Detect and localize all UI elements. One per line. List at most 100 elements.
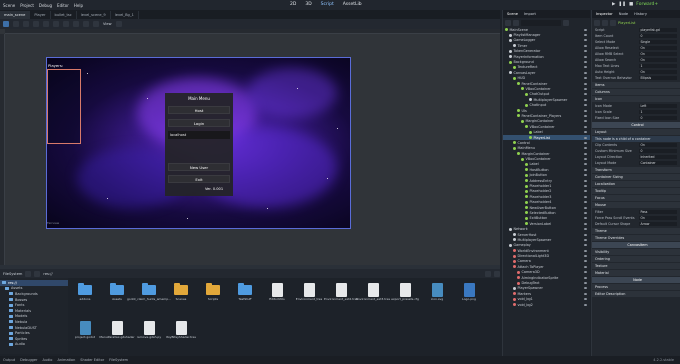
visibility-eye-icon[interactable] (584, 125, 587, 128)
menu-help[interactable]: Help (74, 3, 83, 8)
property-value[interactable]: On (639, 45, 677, 51)
player-list-box[interactable] (47, 69, 81, 144)
move-tool-icon[interactable] (13, 21, 19, 27)
tab-audio[interactable]: Audio (43, 358, 53, 362)
filesystem-tree[interactable]: res://Assets Backgrounds Bosses Fonts Materi… (0, 278, 68, 354)
file-item[interactable]: Scenes (168, 282, 194, 316)
section-columns[interactable]: Columns (592, 89, 680, 95)
property-value[interactable]: 0 (639, 115, 677, 121)
property-row[interactable]: Fixed Icon Size 0 (592, 115, 680, 121)
section-process[interactable]: Process (592, 284, 680, 290)
visibility-eye-icon[interactable] (584, 66, 587, 69)
visibility-eye-icon[interactable] (584, 265, 587, 268)
property-value[interactable]: Pass (639, 209, 677, 215)
tab-level-bg[interactable]: level_Bg_1 (111, 11, 139, 19)
visibility-eye-icon[interactable] (584, 55, 587, 58)
property-value[interactable]: Single (639, 39, 677, 45)
visibility-eye-icon[interactable] (584, 276, 587, 279)
tab-node[interactable]: Node (619, 12, 628, 16)
visibility-eye-icon[interactable] (584, 168, 587, 171)
stop-icon[interactable]: ■ (629, 2, 633, 7)
visibility-eye-icon[interactable] (584, 82, 587, 85)
exit-button[interactable]: Exit (168, 175, 230, 183)
pan-tool-icon[interactable] (53, 21, 59, 27)
file-item[interactable]: Environment_ext3.tres (356, 282, 390, 316)
property-value[interactable]: 0 (639, 33, 677, 39)
property-value[interactable]: On (639, 142, 677, 148)
scale-tool-icon[interactable] (33, 21, 39, 27)
visibility-eye-icon[interactable] (584, 233, 587, 236)
view-menu[interactable]: View (103, 22, 112, 26)
visibility-eye-icon[interactable] (584, 185, 587, 188)
visibility-eye-icon[interactable] (584, 93, 587, 96)
login-button[interactable]: Login (168, 119, 230, 127)
section-tooltip[interactable]: Tooltip (592, 188, 680, 194)
host-button[interactable]: Host (168, 106, 230, 114)
visibility-eye-icon[interactable] (584, 98, 587, 101)
file-item[interactable]: icon.svg (424, 282, 450, 316)
visibility-eye-icon[interactable] (584, 109, 587, 112)
visibility-eye-icon[interactable] (584, 158, 587, 161)
property-value[interactable]: 1 (639, 63, 677, 69)
section-ordering[interactable]: Ordering (592, 256, 680, 262)
visibility-eye-icon[interactable] (584, 228, 587, 231)
property-value[interactable]: On (639, 51, 677, 57)
tab-history[interactable]: History (634, 12, 647, 16)
visibility-eye-icon[interactable] (584, 77, 587, 80)
visibility-eye-icon[interactable] (584, 255, 587, 258)
tab-output[interactable]: Output (3, 358, 15, 362)
file-item[interactable]: Environment_tres (296, 282, 322, 316)
visibility-eye-icon[interactable] (584, 303, 587, 306)
tab-debugger[interactable]: Debugger (20, 358, 37, 362)
filesystem-tree-item[interactable]: Audio (0, 342, 68, 348)
tab-filesystem[interactable]: FileSystem (109, 358, 128, 362)
property-value[interactable]: Left (639, 103, 677, 109)
file-item[interactable]: EditorUtils (264, 282, 290, 316)
3d-button[interactable]: 3D (305, 2, 311, 7)
tab-player[interactable]: Player (30, 11, 51, 19)
tab-scene[interactable]: Scene (507, 12, 518, 16)
file-item[interactable]: Scripts (200, 282, 226, 316)
property-value[interactable]: 1 (639, 109, 677, 115)
file-item[interactable]: Environment_ext2.tres (324, 282, 358, 316)
snap-icon[interactable] (83, 21, 89, 27)
property-row[interactable]: Text Overrun Behavior Ellipsis (592, 75, 680, 81)
section-layout[interactable]: Layout (592, 129, 680, 135)
visibility-eye-icon[interactable] (584, 136, 587, 139)
property-value[interactable]: On (639, 57, 677, 63)
visibility-eye-icon[interactable] (584, 292, 587, 295)
menu-debug[interactable]: Debug (39, 3, 52, 8)
visibility-eye-icon[interactable] (584, 174, 587, 177)
section-control[interactable]: Control (592, 122, 680, 128)
sort-icon[interactable] (494, 270, 500, 277)
file-item[interactable]: project.godot (72, 320, 98, 354)
scene-tree[interactable]: MainScene PlaylistManager GameLogger Timer T… (503, 27, 590, 307)
script-value[interactable]: playerlist.gd (639, 27, 677, 33)
menu-project[interactable]: Project (20, 3, 34, 8)
lock-icon[interactable] (63, 21, 69, 27)
add-node-icon[interactable] (505, 19, 511, 26)
scene-tree-node[interactable]: void_bg2 (503, 302, 590, 307)
section-canvasitem[interactable]: CanvasItem (592, 242, 680, 248)
file-item[interactable]: godot_claim_hunts_amemp... (127, 282, 171, 316)
visibility-eye-icon[interactable] (584, 287, 587, 290)
property-value[interactable]: Container (639, 160, 677, 166)
visibility-eye-icon[interactable] (584, 87, 587, 90)
tab-bullet[interactable]: bullet_tsc (51, 11, 77, 19)
rotate-tool-icon[interactable] (23, 21, 29, 27)
section-editor-description[interactable]: Editor Description (592, 291, 680, 297)
section-items[interactable]: Items (592, 82, 680, 88)
file-item[interactable]: addons (72, 282, 98, 316)
file-item[interactable]: MenuParallax.gdshader (99, 320, 135, 354)
filter-nodes-input[interactable] (521, 19, 561, 26)
section-node[interactable]: Node (592, 277, 680, 283)
visibility-eye-icon[interactable] (584, 141, 587, 144)
file-item[interactable]: remove.gdsh.py (136, 320, 162, 354)
attach-script-icon[interactable] (563, 19, 569, 26)
tab-animation[interactable]: Animation (57, 358, 75, 362)
link-icon[interactable] (513, 19, 519, 26)
visibility-eye-icon[interactable] (584, 39, 587, 42)
property-value[interactable]: Ellipsis (639, 75, 677, 81)
visibility-eye-icon[interactable] (584, 152, 587, 155)
address-field[interactable]: localhost (168, 131, 230, 139)
